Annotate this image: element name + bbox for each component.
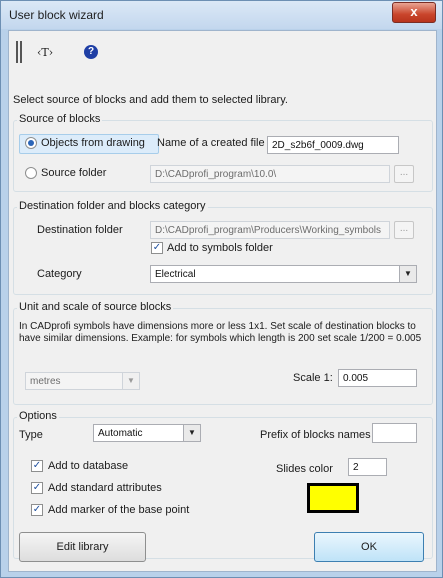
created-file-label: Name of a created file [157,137,265,149]
type-value: Automatic [98,428,143,439]
source-browse-button[interactable]: ... [394,165,414,183]
objects-label[interactable]: Objects from drawing [41,137,156,149]
ok-button[interactable]: OK [314,532,424,562]
slide-color-swatch[interactable] [307,483,359,513]
add-database-checkbox[interactable]: ✓ [31,460,43,472]
source-legend: Source of blocks [17,113,103,125]
options-legend: Options [17,410,59,422]
type-select[interactable]: Automatic ▼ [93,424,201,442]
destination-browse-button[interactable]: ... [394,221,414,239]
unit-description: In CADprofi symbols have dimensions more… [19,321,422,344]
unit-dropdown-arrow-icon[interactable]: ▼ [122,373,139,389]
unit-select[interactable]: metres ▼ [25,372,140,390]
destination-legend: Destination folder and blocks category [17,200,208,212]
scale-label: Scale 1: [293,372,333,384]
destination-folder-label: Destination folder [37,224,123,236]
category-select[interactable]: Electrical ▼ [150,265,417,283]
wizard-window: User block wizard x ‹T› ? Select source … [0,0,443,578]
scale-input[interactable]: 0.005 [338,369,417,387]
add-symbols-label[interactable]: Add to symbols folder [167,242,273,254]
add-attributes-checkbox[interactable]: ✓ [31,482,43,494]
edit-library-button[interactable]: Edit library [19,532,146,562]
type-dropdown-arrow-icon[interactable]: ▼ [183,425,200,441]
vertical-bars-icon[interactable] [16,41,24,63]
add-symbols-checkbox[interactable]: ✓ [151,242,163,254]
category-dropdown-arrow-icon[interactable]: ▼ [399,266,416,282]
objects-radio[interactable] [25,137,37,149]
slides-color-input[interactable]: 2 [348,458,387,476]
window-title: User block wizard [9,8,104,22]
destination-folder-input[interactable]: D:\CADprofi_program\Producers\Working_sy… [150,221,390,239]
close-button[interactable]: x [392,2,436,23]
prefix-input[interactable] [372,423,417,443]
category-value: Electrical [155,269,196,280]
unit-value: metres [30,376,61,387]
source-folder-radio[interactable] [25,167,37,179]
intro-text: Select source of blocks and add them to … [13,94,288,106]
add-attributes-label[interactable]: Add standard attributes [48,482,162,494]
add-marker-checkbox[interactable]: ✓ [31,504,43,516]
source-folder-label[interactable]: Source folder [41,167,106,179]
help-icon[interactable]: ? [84,45,98,59]
add-database-label[interactable]: Add to database [48,460,128,472]
unit-legend: Unit and scale of source blocks [17,301,174,313]
created-file-input[interactable]: 2D_s2b6f_0009.dwg [267,136,399,154]
slides-color-label: Slides color [276,463,333,475]
text-style-button[interactable]: ‹T› [37,46,53,59]
add-marker-label[interactable]: Add marker of the base point [48,504,189,516]
type-label: Type [19,429,43,441]
title-bar: User block wizard x [1,1,442,29]
category-label: Category [37,268,82,280]
dialog-client: ‹T› ? Select source of blocks and add th… [8,30,437,572]
prefix-label: Prefix of blocks names [260,429,371,441]
source-folder-input[interactable]: D:\CADprofi_program\10.0\ [150,165,390,183]
